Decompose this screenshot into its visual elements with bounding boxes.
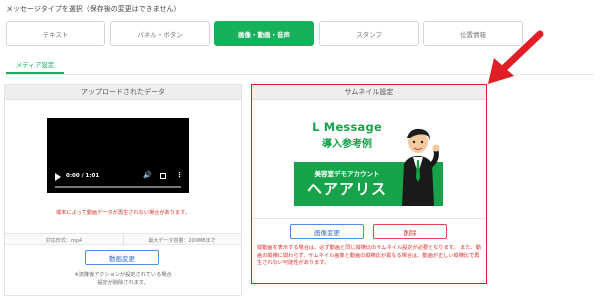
thumbnail-band-small-text: 美容室デモアカウント — [314, 170, 380, 178]
video-player[interactable]: 0:00 / 1:01 🔊 ⋮ — [47, 118, 189, 193]
supported-format: 対応形式：mp4 — [45, 237, 83, 244]
video-time: 0:00 / 1:01 — [66, 173, 100, 179]
thumbnail-settings-title: サムネイル設定 — [252, 85, 486, 100]
change-image-button[interactable]: 画像変更 — [290, 224, 364, 239]
thumbnail-aspect-note: 縦動画を表示する場合は、必ず動画と同じ縦横比のサムネイル設定が必要となります。 … — [257, 245, 481, 267]
thumbnail-settings-panel: サムネイル設定 L Message 導入参考例 美容室デモアカウント ヘアアリス… — [251, 84, 487, 284]
video-progress-bar[interactable] — [55, 186, 181, 188]
thumbnail-band-big-text: ヘアアリス — [306, 180, 387, 198]
type-button-panel[interactable]: パネル・ボタン — [110, 21, 210, 46]
thumbnail-subtitle-text: 導入参考例 — [322, 139, 372, 150]
type-button-text[interactable]: テキスト — [6, 21, 105, 46]
max-data-size: 最大データ容量：200MBまで — [148, 237, 216, 244]
red-arrow-annotation — [488, 30, 544, 84]
thumbnail-title-text: L Message — [312, 120, 382, 134]
type-button-stamp[interactable]: スタンプ — [319, 21, 419, 46]
thumbnail-divider — [252, 218, 485, 219]
uploaded-data-title: アップロードされたデータ — [5, 85, 241, 100]
volume-icon[interactable]: 🔊 — [143, 171, 152, 179]
more-options-icon[interactable]: ⋮ — [176, 171, 183, 179]
video-warning: 端末によって動画データが再生されない場合があります。 — [56, 210, 190, 216]
person-illustration — [402, 128, 440, 206]
delete-thumbnail-button[interactable]: 削除 — [373, 224, 447, 239]
data-info-bar: 対応形式：mp4 最大データ容量：200MBまで — [5, 233, 241, 246]
play-icon[interactable] — [55, 173, 61, 181]
thumbnail-image: L Message 導入参考例 美容室デモアカウント ヘアアリス — [294, 118, 443, 206]
message-type-instruction: メッセージタイプを選択（保存後の変更はできません） — [6, 5, 181, 13]
action-note-line2: 設定が削除されます。 — [97, 280, 149, 286]
action-note-line1: ※流降後アクションが設定されている場合 — [74, 272, 172, 278]
tab-media-settings[interactable]: メディア設定 — [6, 55, 64, 73]
fullscreen-icon[interactable] — [160, 173, 166, 179]
change-video-button[interactable]: 動画変更 — [85, 250, 159, 265]
uploaded-data-panel: アップロードされたデータ 0:00 / 1:01 🔊 ⋮ 端末によって動画データ… — [4, 84, 242, 296]
type-button-media[interactable]: 画像・動画・音声 — [214, 21, 314, 46]
